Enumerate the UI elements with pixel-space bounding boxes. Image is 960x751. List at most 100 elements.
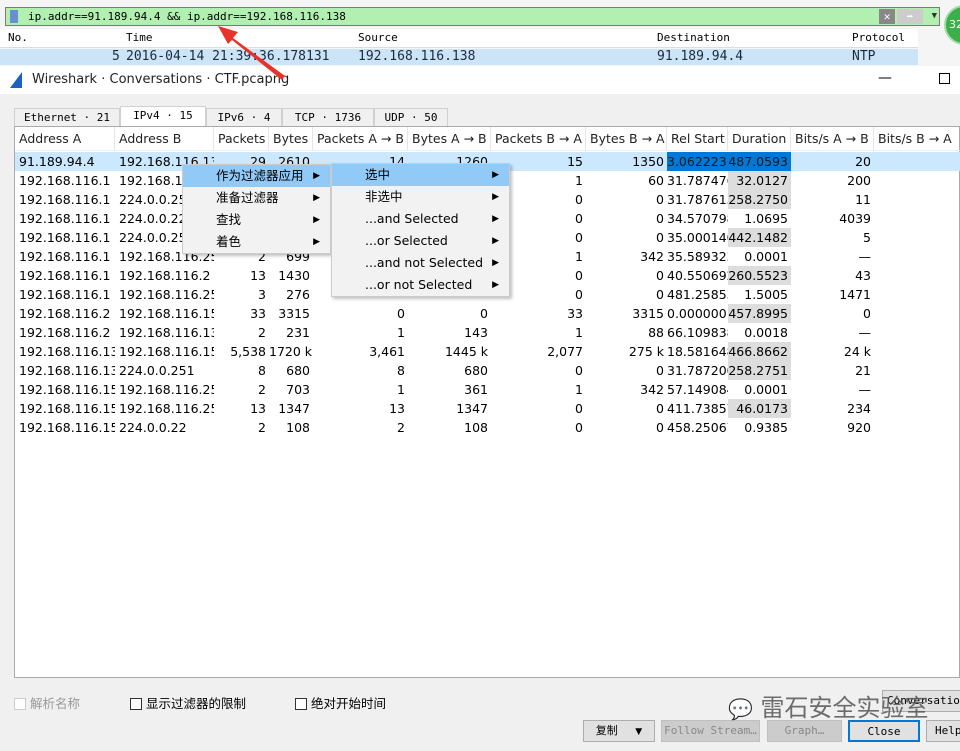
table-cell: 192.168.116.1 bbox=[19, 268, 111, 283]
table-row[interactable]: 192.168.116.138 192.168.116.159 5,5381720 … bbox=[15, 342, 960, 361]
menu-item[interactable]: 准备过滤器 ▶ bbox=[183, 187, 330, 209]
table-cell: 0 bbox=[656, 230, 664, 245]
column-header[interactable]: Packets A → B bbox=[313, 127, 408, 151]
table-cell: 0 bbox=[656, 268, 664, 283]
table-cell: 192.168.116.159 bbox=[119, 344, 214, 359]
table-row[interactable]: 192.168.116.2 192.168.116.159 33 3315 0 0 33 33… bbox=[15, 304, 960, 323]
wechat-icon: 💬 bbox=[728, 697, 753, 721]
table-cell: 18.581648 bbox=[667, 344, 728, 359]
table-cell bbox=[874, 361, 960, 380]
table-cell: 108 bbox=[286, 420, 310, 435]
menu-item[interactable]: 着色 ▶ bbox=[183, 231, 330, 253]
column-header[interactable]: Duration bbox=[728, 127, 791, 151]
table-cell: 40.550692 bbox=[667, 268, 728, 283]
menu-item[interactable]: 作为过滤器应用 ▶ bbox=[183, 165, 330, 187]
column-header[interactable]: Bytes B → A bbox=[586, 127, 667, 151]
column-header[interactable]: Bytes A → B bbox=[408, 127, 491, 151]
table-cell: 680 bbox=[464, 363, 488, 378]
table-cell: 192.168.116.159 bbox=[19, 401, 115, 416]
watermark: 💬 雷石安全实验室 bbox=[728, 694, 929, 722]
column-header[interactable]: Packets B → A bbox=[491, 127, 586, 151]
tab-2[interactable]: IPv6 · 4 bbox=[206, 108, 282, 126]
table-cell: 224.0.0.22 bbox=[119, 420, 187, 435]
table-cell: 0.0001 bbox=[744, 382, 788, 397]
table-cell: 457.8995 bbox=[728, 304, 791, 323]
column-header[interactable]: Bits/s A → B bbox=[791, 127, 874, 151]
table-cell: 57.149084 bbox=[667, 382, 728, 397]
menu-item[interactable]: ...and Selected ▶ bbox=[332, 208, 509, 230]
follow-stream-button[interactable]: Follow Stream… bbox=[661, 720, 760, 742]
tab-0[interactable]: Ethernet · 21 bbox=[14, 108, 120, 126]
tab-4[interactable]: UDP · 50 bbox=[374, 108, 448, 126]
table-cell: 224.0.0.251 bbox=[119, 363, 195, 378]
table-cell: 361 bbox=[464, 382, 488, 397]
table-cell: 35.000140 bbox=[667, 230, 728, 245]
table-cell bbox=[874, 285, 960, 304]
limit-to-filter-checkbox[interactable]: 显示过滤器的限制 bbox=[130, 693, 246, 712]
table-cell: 458.250677 bbox=[667, 420, 728, 435]
table-cell: 1430 bbox=[278, 268, 310, 283]
help-button[interactable]: Help bbox=[926, 720, 960, 742]
menu-item[interactable]: ...or Selected ▶ bbox=[332, 230, 509, 252]
close-button[interactable]: Close bbox=[848, 720, 920, 742]
copy-button[interactable]: 复制 ▼ bbox=[583, 720, 655, 742]
graph-button[interactable]: Graph… bbox=[767, 720, 842, 742]
table-cell: 487.0593 bbox=[728, 152, 791, 171]
table-cell: 31.787476 bbox=[667, 173, 728, 188]
menu-item[interactable]: ...and not Selected ▶ bbox=[332, 252, 509, 274]
column-header[interactable]: Address B bbox=[115, 127, 214, 151]
menu-item[interactable]: ...or not Selected ▶ bbox=[332, 274, 509, 296]
table-cell: 20 bbox=[855, 154, 871, 169]
table-cell bbox=[874, 247, 960, 266]
table-cell: 13 bbox=[250, 401, 266, 416]
column-header[interactable]: Address A bbox=[15, 127, 115, 151]
table-row[interactable]: 192.168.116.138224.0.0.251868086800031.7… bbox=[15, 361, 960, 380]
chevron-right-icon: ▶ bbox=[313, 237, 320, 247]
table-cell: 5 bbox=[863, 230, 871, 245]
table-cell: 60 bbox=[648, 173, 664, 188]
column-header[interactable]: Rel Start bbox=[667, 127, 728, 151]
table-cell: 0 bbox=[656, 401, 664, 416]
table-cell: 231 bbox=[286, 325, 310, 340]
tab-3[interactable]: TCP · 1736 bbox=[282, 108, 374, 126]
table-row[interactable]: 192.168.116.159224.0.0.222108210800458.2… bbox=[15, 418, 960, 437]
table-cell bbox=[874, 152, 960, 171]
menu-item[interactable]: 非选中 ▶ bbox=[332, 186, 509, 208]
column-header[interactable]: Bytes bbox=[269, 127, 313, 151]
chevron-down-icon: ▼ bbox=[635, 727, 643, 737]
menu-item[interactable]: 查找 ▶ bbox=[183, 209, 330, 231]
column-header[interactable]: Bits/s B → A bbox=[874, 127, 960, 151]
table-cell: 260.5523 bbox=[728, 266, 791, 285]
table-cell: 275 k bbox=[628, 344, 664, 359]
table-cell: 192.168.116.2 bbox=[19, 325, 111, 340]
table-cell: 33 bbox=[567, 306, 583, 321]
table-row[interactable]: 192.168.116.159 192.168.116.255 13 1347 13 13… bbox=[15, 399, 960, 418]
table-cell: 192.168.116.1 bbox=[19, 287, 111, 302]
table-cell: 13 bbox=[250, 268, 266, 283]
table-cell: 4039 bbox=[839, 211, 871, 226]
table-cell bbox=[874, 418, 960, 437]
table-cell: 234 bbox=[847, 401, 871, 416]
table-cell: 192.168.116.159 bbox=[19, 382, 115, 397]
table-cell: 1.5005 bbox=[744, 287, 788, 302]
chevron-right-icon: ▶ bbox=[313, 193, 320, 203]
menu-item[interactable]: 选中 ▶ bbox=[332, 164, 509, 186]
column-header[interactable]: Packets bbox=[214, 127, 269, 151]
table-cell: 43 bbox=[855, 268, 871, 283]
table-cell: 0 bbox=[656, 192, 664, 207]
table-row[interactable]: 192.168.116.2 192.168.116.138 2 231 1 143 1 886… bbox=[15, 323, 960, 342]
chevron-right-icon: ▶ bbox=[492, 236, 499, 246]
table-cell bbox=[874, 190, 960, 209]
table-cell: 200 bbox=[847, 173, 871, 188]
table-cell: 192.168.116.1 bbox=[19, 230, 111, 245]
resolve-names-checkbox[interactable]: 解析名称 bbox=[14, 693, 80, 712]
absolute-start-time-checkbox[interactable]: 绝对开始时间 bbox=[295, 693, 386, 712]
table-cell: 703 bbox=[286, 382, 310, 397]
table-cell: 3,461 bbox=[369, 344, 405, 359]
chevron-right-icon: ▶ bbox=[492, 192, 499, 202]
tab-1[interactable]: IPv4 · 15 bbox=[120, 106, 206, 127]
table-cell: 0 bbox=[575, 420, 583, 435]
table-cell: 2 bbox=[258, 325, 266, 340]
table-row[interactable]: 192.168.116.159 192.168.116.254 2 703 1 361 1 3… bbox=[15, 380, 960, 399]
table-cell: 192.168.116.159 bbox=[119, 306, 214, 321]
